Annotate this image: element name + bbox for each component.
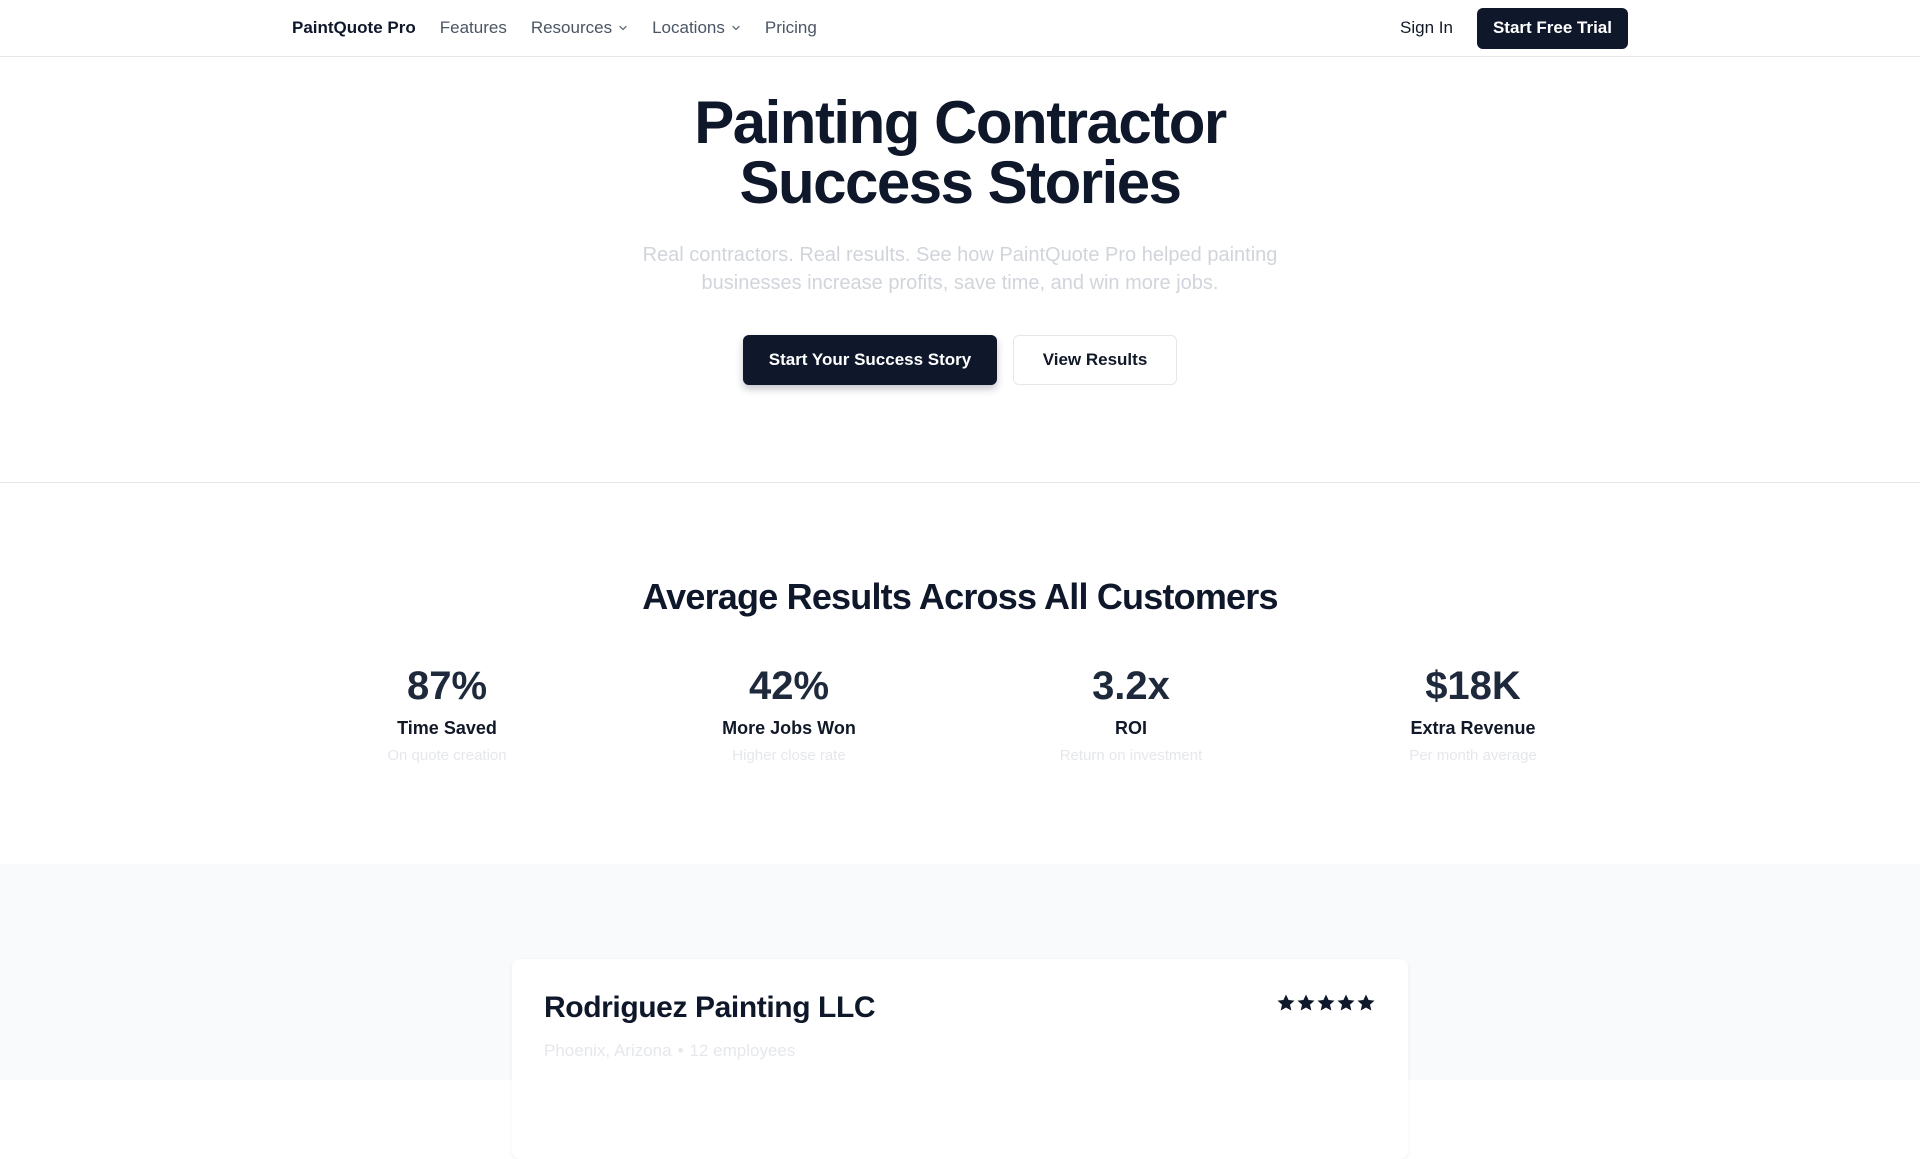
chevron-down-icon [732, 25, 740, 31]
star-icon [1317, 994, 1335, 1011]
story-company-name: Rodriguez Painting LLC [544, 991, 876, 1024]
story-location: Phoenix, Arizona [544, 1041, 672, 1060]
story-meta: Phoenix, Arizona • 12 employees [544, 1041, 795, 1061]
hero-ctas: Start Your Success Story View Results [0, 335, 1920, 385]
chevron-down-icon [619, 25, 627, 31]
stat-desc: Per month average [1409, 747, 1537, 764]
stat-value: $18K [1425, 664, 1521, 708]
nav-link-label: Features [439, 18, 507, 37]
view-results-button[interactable]: View Results [1013, 335, 1177, 385]
nav-link-resources[interactable]: Resources [531, 18, 628, 38]
nav-left: PaintQuote Pro Features Resources Locati… [292, 18, 841, 38]
stat-roi: 3.2x ROI Return on investment [960, 662, 1302, 764]
star-icon [1337, 994, 1355, 1011]
nav-link-locations[interactable]: Locations [652, 18, 741, 38]
stat-value: 42% [748, 664, 830, 708]
hero-title: Painting Contractor Success Stories [0, 93, 1920, 213]
sign-in-button[interactable]: Sign In [1400, 18, 1453, 38]
nav-link-features[interactable]: Features [440, 18, 507, 38]
stat-label: ROI [1114, 718, 1147, 738]
nav-right: Sign In Start Free Trial [1400, 7, 1628, 49]
stat-value: 3.2x [1092, 664, 1170, 708]
rating-stars [1276, 993, 1376, 1013]
stat-value: 87% [406, 664, 488, 708]
stat-desc: On quote creation [387, 747, 507, 764]
nav-link-label: Resources [530, 18, 613, 37]
star-icon [1277, 994, 1295, 1011]
stat-extra-revenue: $18K Extra Revenue Per month average [1302, 662, 1644, 764]
meta-separator: • [677, 1041, 684, 1060]
hero-section: Painting Contractor Success Stories Real… [0, 57, 1920, 483]
stat-label: Time Saved [397, 718, 497, 738]
hero-title-line1: Painting Contractor [694, 89, 1227, 156]
nav-inner: PaintQuote Pro Features Resources Locati… [292, 0, 1628, 56]
top-nav: PaintQuote Pro Features Resources Locati… [0, 0, 1920, 57]
nav-link-pricing[interactable]: Pricing [765, 18, 817, 38]
stats-grid: 87% Time Saved On quote creation 42% Mor… [276, 662, 1644, 764]
start-success-story-button[interactable]: Start Your Success Story [743, 335, 997, 385]
stories-section: Rodriguez Painting LLC Phoenix, Arizona … [0, 864, 1920, 1159]
story-card: Rodriguez Painting LLC Phoenix, Arizona … [512, 959, 1408, 1159]
story-employees: 12 employees [689, 1041, 796, 1060]
hero-subtitle: Real contractors. Real results. See how … [642, 244, 1278, 294]
stat-label: Extra Revenue [1410, 718, 1536, 738]
star-icon [1357, 994, 1375, 1011]
results-section: Average Results Across All Customers 87%… [0, 484, 1920, 864]
stat-label: More Jobs Won [722, 718, 856, 738]
stat-time-saved: 87% Time Saved On quote creation [276, 662, 618, 764]
results-title: Average Results Across All Customers [642, 576, 1278, 617]
hero-title-line2: Success Stories [739, 149, 1182, 216]
nav-link-label: Pricing [764, 18, 817, 37]
stat-desc: Higher close rate [732, 747, 846, 764]
start-free-trial-button[interactable]: Start Free Trial [1476, 7, 1628, 49]
stat-desc: Return on investment [1059, 747, 1203, 764]
brand-logo[interactable]: PaintQuote Pro [292, 18, 416, 38]
stat-more-jobs-won: 42% More Jobs Won Higher close rate [618, 662, 960, 764]
nav-link-label: Locations [652, 18, 725, 37]
star-icon [1297, 994, 1315, 1011]
